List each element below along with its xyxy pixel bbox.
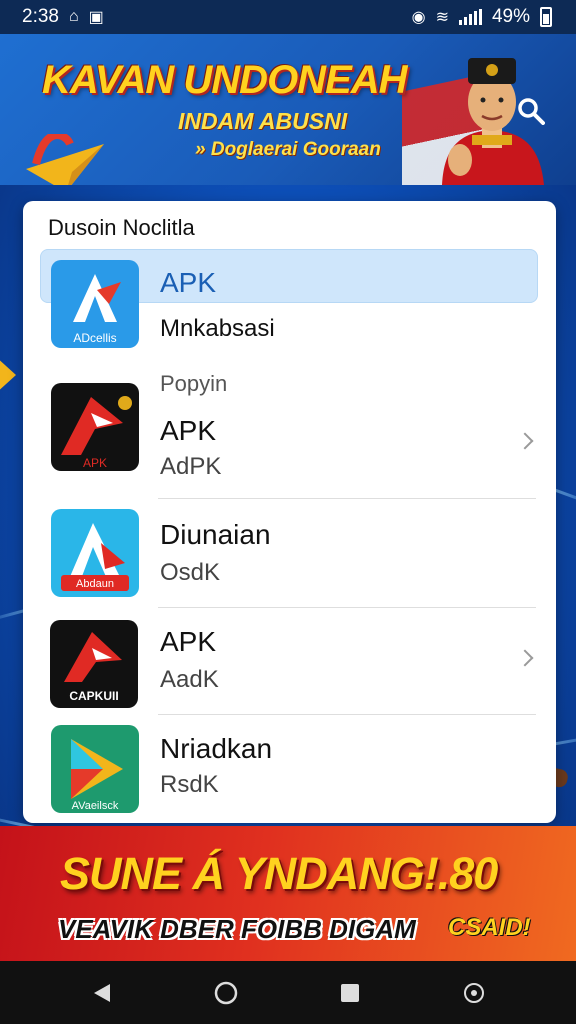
assistant-icon: [464, 982, 484, 1003]
back-icon: [94, 983, 110, 1002]
banner-subtitle: INDAM ABUSNI: [178, 108, 348, 134]
alarm-icon: ◉: [411, 9, 426, 26]
apk-app-icon-blue: ADcellis: [51, 260, 139, 348]
app-title: APK: [160, 267, 217, 298]
promo-banner[interactable]: SUNE Á YNDANG!.80 VEAVIK DBER FOIBB DIGA…: [0, 826, 576, 961]
search-button[interactable]: [514, 94, 548, 128]
battery-percent: 49%: [491, 6, 530, 27]
signal-icon: [458, 9, 482, 25]
app-title: APK: [160, 415, 217, 446]
app-subtitle: Mnkabsasi: [160, 315, 275, 342]
chevron-right-icon: [516, 649, 534, 667]
status-right: ◉ ≋ 49%: [412, 6, 552, 28]
notification-icon: ⌂: [68, 8, 79, 25]
app-overline: Popyin: [160, 371, 228, 396]
header-banner: KAVAN UNDONEAH INDAM ABUSNI » Doglaerai …: [0, 34, 576, 185]
app-list-item[interactable]: CAPKUII APK AadK: [23, 608, 556, 715]
app-list-item[interactable]: ADcellis APK Mnkabsasi: [23, 251, 556, 358]
svg-text:Abdaun: Abdaun: [76, 578, 114, 590]
promo-badge: CSAID!: [448, 914, 531, 941]
home-icon: [214, 981, 238, 1004]
app-list-card: Dusoin Noclitla ADcellis APK Mnkabsasi P…: [23, 201, 556, 823]
apk-app-icon-cyan: Abdaun: [51, 509, 139, 597]
app-list-item[interactable]: AVaeilsck Nriadkan RsdK: [23, 715, 556, 822]
svg-text:APK: APK: [83, 456, 107, 470]
app-title: Nriadkan: [160, 733, 273, 764]
app-subtitle: RsdK: [160, 771, 219, 798]
svg-text:CAPKUII: CAPKUII: [69, 689, 118, 703]
promo-subtitle: VEAVIK DBER FOIBB DIGAM: [58, 914, 416, 944]
app-subtitle: AadK: [160, 666, 219, 693]
svg-text:AVaeilsck: AVaeilsck: [72, 800, 119, 812]
app-notification-icon: ▣: [88, 9, 104, 26]
list-heading: Dusoin Noclitla: [48, 215, 195, 240]
apk-app-icon-black: APK: [51, 383, 139, 471]
home-button[interactable]: [206, 973, 246, 1013]
status-bar: 2:38 ⌂ ▣ ◉ ≋ 49%: [0, 0, 576, 34]
back-button[interactable]: [82, 973, 122, 1013]
app-title: APK: [160, 626, 217, 657]
banner-title: KAVAN UNDONEAH: [42, 58, 408, 102]
app-subtitle: OsdK: [160, 559, 221, 586]
recents-icon: [341, 983, 359, 1002]
status-left: 2:38 ⌂ ▣: [22, 6, 104, 28]
promo-title: SUNE Á YNDANG!.80: [60, 848, 498, 899]
app-list-item[interactable]: Abdaun Diunaian OsdK: [23, 501, 556, 608]
recents-button[interactable]: [330, 973, 370, 1013]
wifi-icon: ≋: [435, 9, 449, 26]
search-icon: [518, 98, 545, 125]
status-time: 2:38: [22, 6, 59, 27]
app-title: Diunaian: [160, 519, 271, 550]
apk-app-icon-dark: CAPKUII: [50, 620, 138, 708]
row-divider: [158, 498, 536, 499]
play-app-icon-green: AVaeilsck: [51, 725, 139, 813]
app-list-item[interactable]: Popyin APK APK AdPK: [23, 371, 556, 499]
banner-tagline: » Doglaerai Gooraan: [195, 139, 381, 160]
navigation-bar: [0, 961, 576, 1024]
battery-icon: [540, 7, 552, 27]
paper-plane-icon: [26, 134, 104, 185]
svg-text:ADcellis: ADcellis: [73, 331, 116, 345]
chevron-right-icon: [516, 432, 534, 450]
assistant-button[interactable]: [454, 973, 494, 1013]
app-subtitle: AdPK: [160, 453, 222, 480]
decor-plane-icon: [0, 360, 16, 390]
